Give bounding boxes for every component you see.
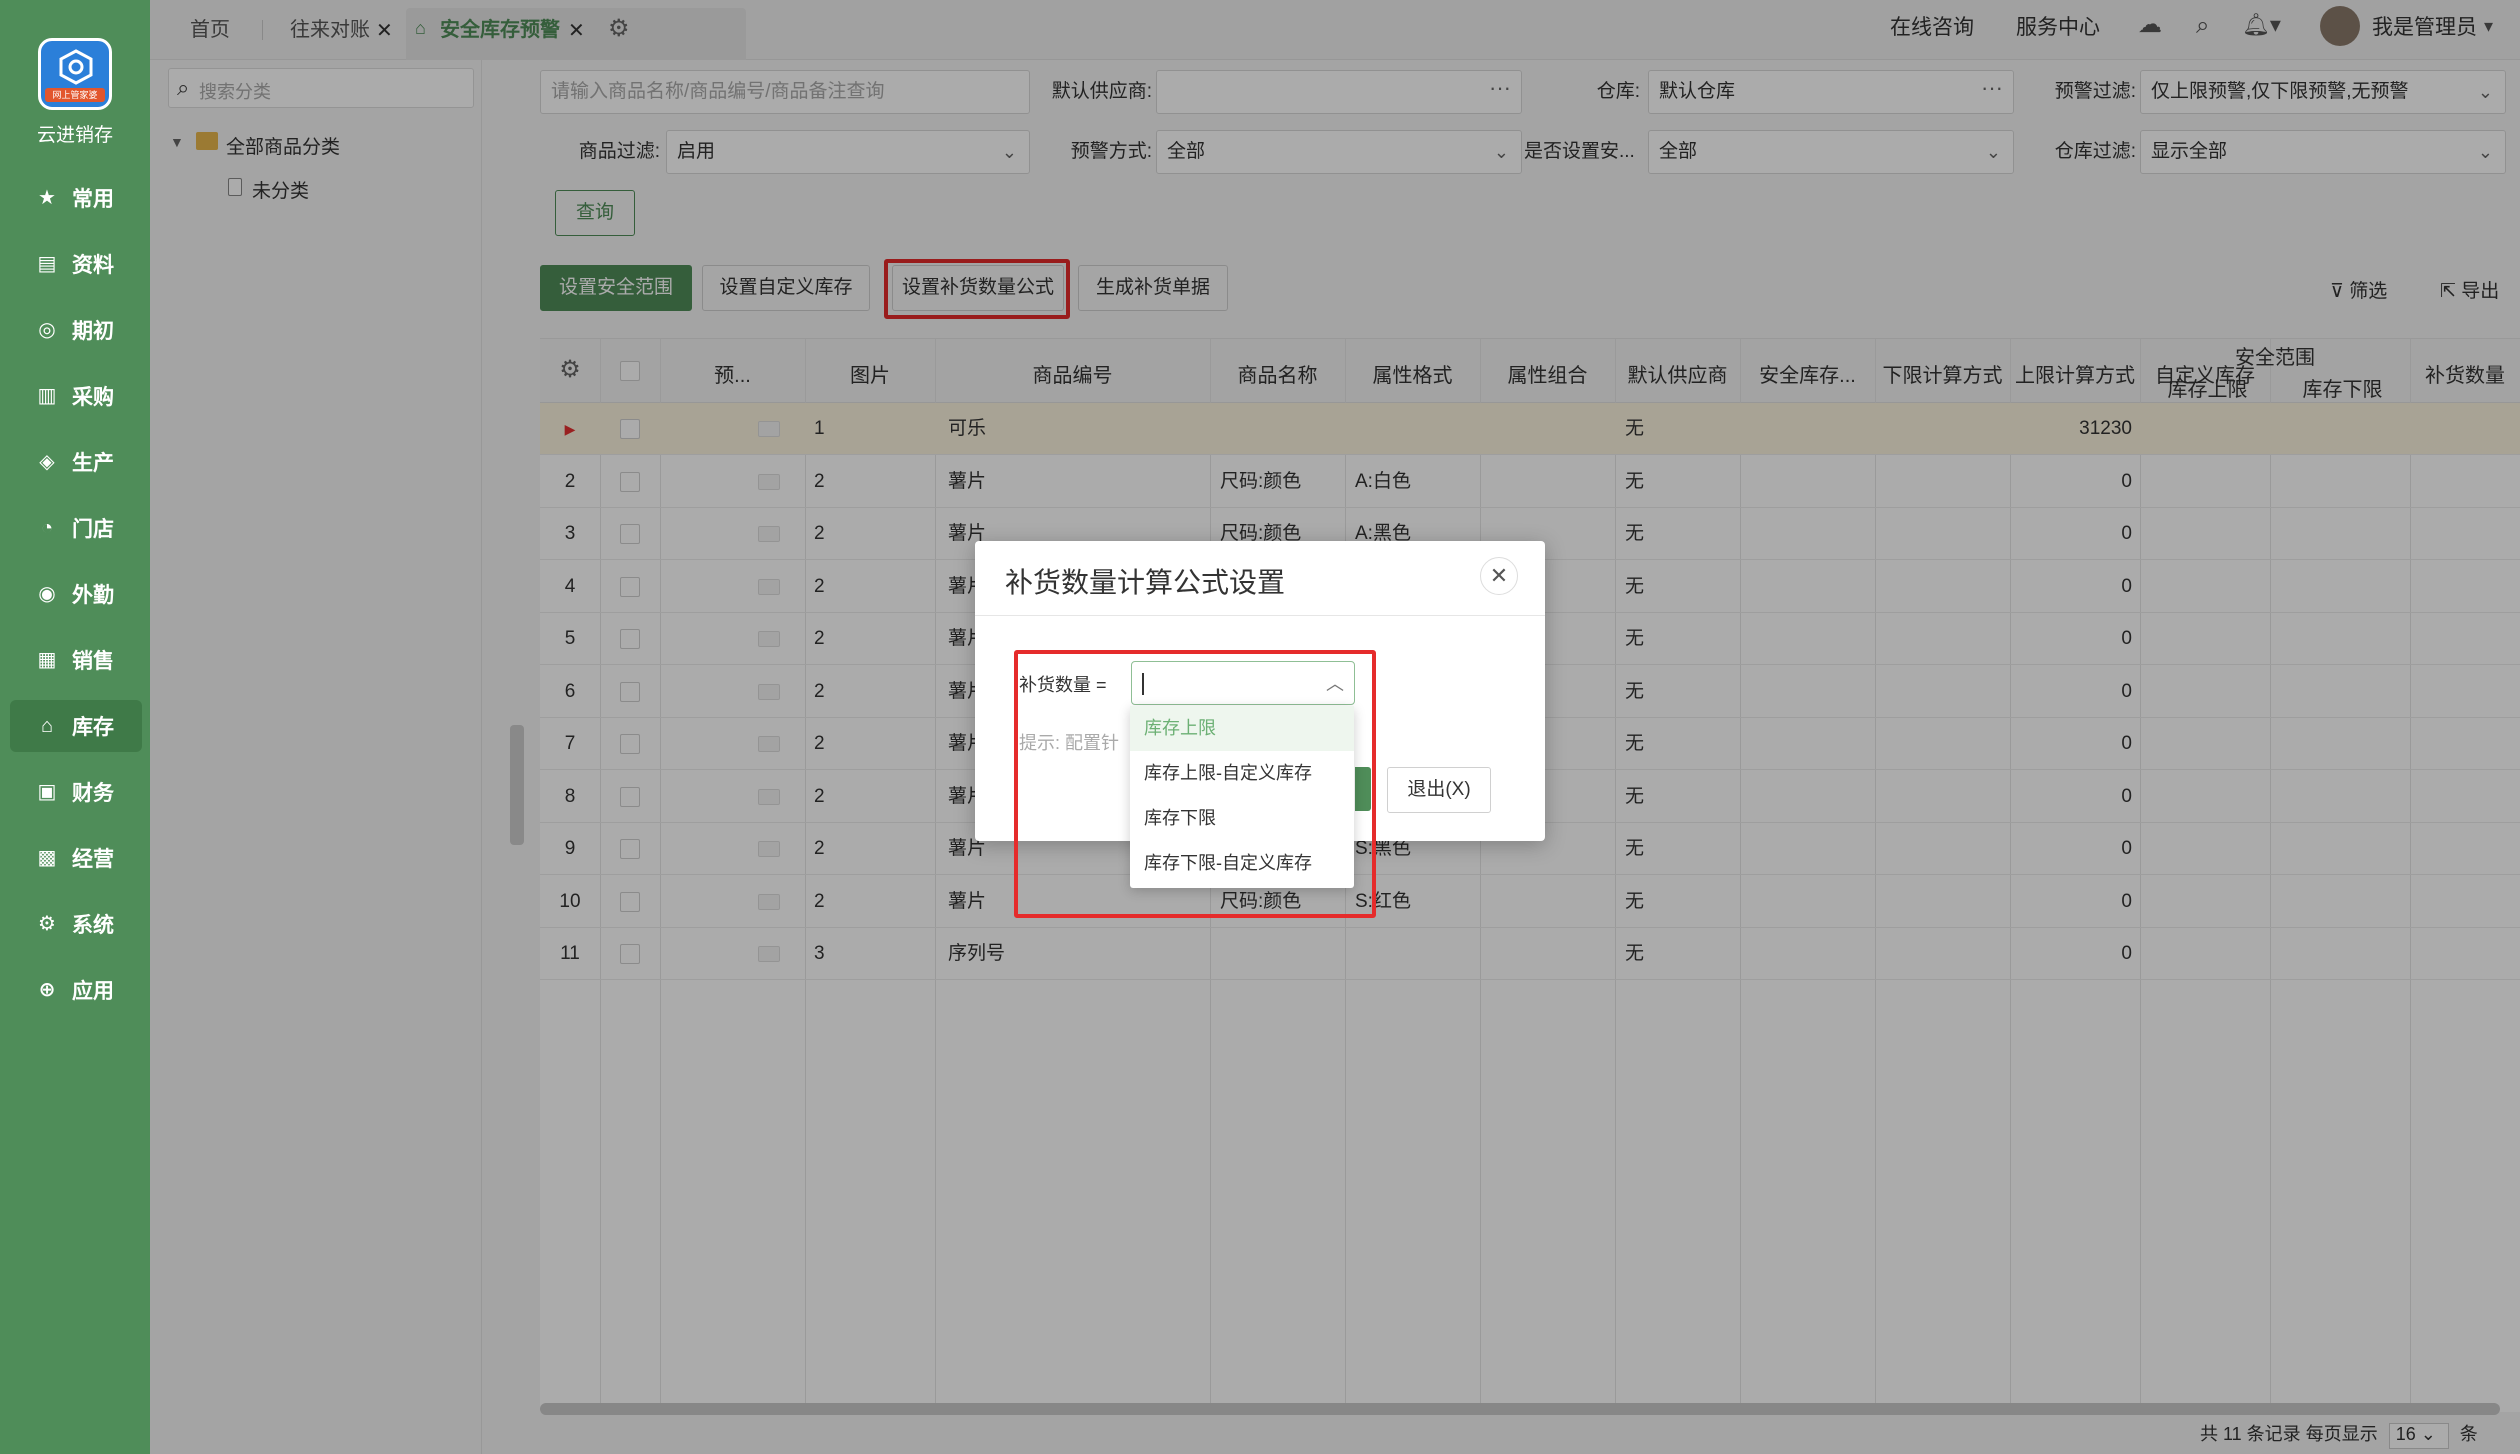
close-icon[interactable]: ✕ bbox=[1480, 557, 1518, 595]
dialog-title: 补货数量计算公式设置 bbox=[1005, 567, 1286, 598]
sidebar-item-4[interactable]: ◈ 生产 bbox=[10, 436, 142, 488]
sidebar-item-label: 库存 bbox=[72, 716, 114, 739]
exit-button[interactable]: 退出(X) bbox=[1387, 767, 1491, 813]
sidebar-item-8[interactable]: ⌂ 库存 bbox=[10, 700, 142, 752]
sales-icon: ▦ bbox=[37, 649, 57, 671]
star-icon: ★ bbox=[38, 187, 56, 209]
app-icon: ⊕ bbox=[38, 979, 56, 1001]
sidebar-item-label: 资料 bbox=[72, 254, 114, 277]
system-icon: ⚙ bbox=[38, 913, 56, 935]
target-icon: ◎ bbox=[38, 319, 56, 341]
sidebar-item-label: 生产 bbox=[72, 452, 114, 475]
sidebar-item-label: 系统 bbox=[72, 914, 114, 937]
brand-name: 云进销存 bbox=[36, 125, 113, 146]
finance-icon: ▣ bbox=[37, 781, 57, 803]
sidebar-item-label: 应用 bbox=[72, 980, 114, 1003]
store-icon: ◔ bbox=[40, 517, 54, 539]
sidebar-item-7[interactable]: ▦ 销售 bbox=[10, 634, 142, 686]
field-icon: ◉ bbox=[38, 583, 56, 605]
logo-tag: 网上管家婆 bbox=[45, 88, 105, 102]
sidebar-item-0[interactable]: ★ 常用 bbox=[10, 172, 142, 224]
sidebar-item-label: 常用 bbox=[72, 188, 114, 211]
sidebar-item-2[interactable]: ◎ 期初 bbox=[10, 304, 142, 356]
app-logo: 网上管家婆 bbox=[38, 38, 112, 110]
sidebar-item-9[interactable]: ▣ 财务 bbox=[10, 766, 142, 818]
production-icon: ◈ bbox=[39, 451, 55, 473]
sidebar-item-label: 门店 bbox=[72, 518, 114, 541]
data-icon: ▤ bbox=[37, 253, 57, 275]
purchase-icon: ▥ bbox=[37, 385, 57, 407]
dialog-divider bbox=[975, 615, 1545, 616]
sidebar-item-label: 经营 bbox=[72, 848, 114, 871]
business-icon: ▩ bbox=[37, 847, 57, 869]
sidebar-item-label: 销售 bbox=[72, 650, 114, 673]
sidebar-item-11[interactable]: ⚙ 系统 bbox=[10, 898, 142, 950]
sidebar: 网上管家婆 云进销存 ★ 常用 ▤ 资料 ◎ 期初 ▥ 采购 ◈ 生产 ◔ 门店 ◉ 外勤 ▦ 销售 ⌂ 库存 ▣ 财… bbox=[0, 0, 150, 1454]
sidebar-item-12[interactable]: ⊕ 应用 bbox=[10, 964, 142, 1016]
sidebar-item-1[interactable]: ▤ 资料 bbox=[10, 238, 142, 290]
sidebar-item-5[interactable]: ◔ 门店 bbox=[10, 502, 142, 554]
sidebar-item-label: 财务 bbox=[72, 782, 114, 805]
sidebar-item-label: 期初 bbox=[72, 320, 114, 343]
sidebar-item-10[interactable]: ▩ 经营 bbox=[10, 832, 142, 884]
sidebar-item-6[interactable]: ◉ 外勤 bbox=[10, 568, 142, 620]
highlight-box bbox=[1014, 650, 1376, 918]
sidebar-item-label: 外勤 bbox=[72, 584, 114, 607]
sidebar-item-label: 采购 bbox=[72, 386, 114, 409]
sidebar-item-3[interactable]: ▥ 采购 bbox=[10, 370, 142, 422]
warehouse-icon: ⌂ bbox=[40, 715, 54, 737]
